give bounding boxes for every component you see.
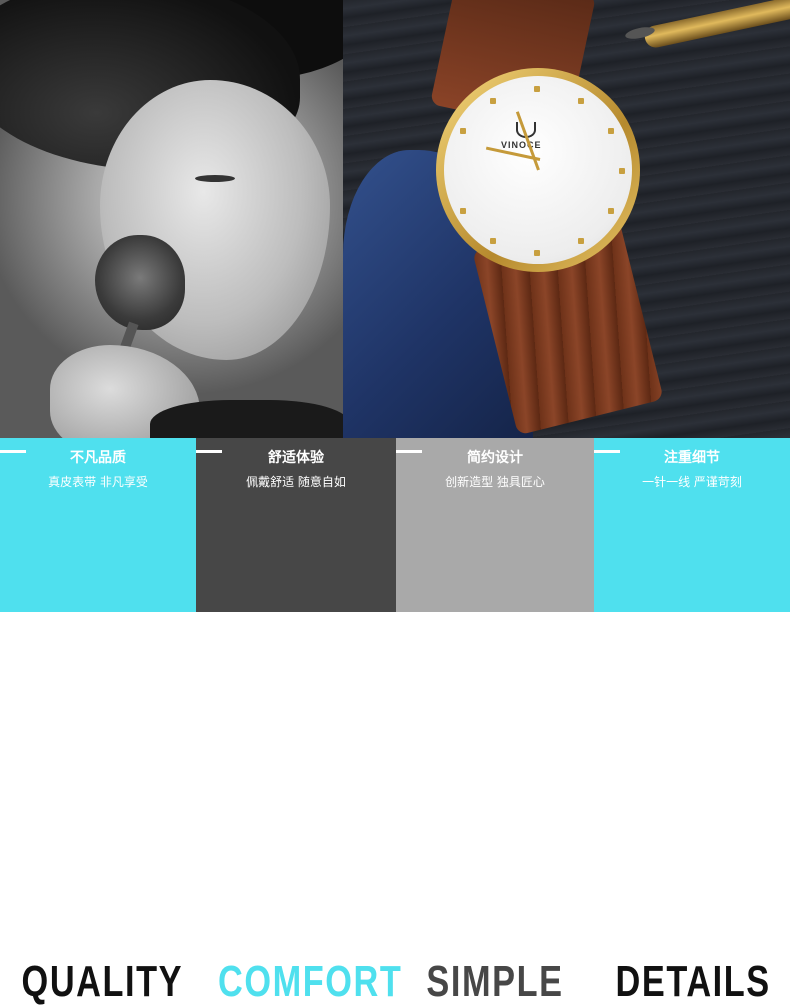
watch-photo: VINOCE [343, 0, 790, 438]
accent-bar [196, 450, 222, 453]
hour-marker [619, 168, 625, 174]
feature-title: QUALITY [21, 957, 184, 1006]
hour-marker [578, 238, 584, 244]
hour-marker [578, 98, 584, 104]
hour-marker [608, 208, 614, 214]
hour-marker [534, 250, 540, 256]
feature-subtitle: 简约设计 [467, 450, 523, 466]
feature-panel-quality: QUALITY 不凡品质 真皮表带 非凡享受 [0, 438, 196, 1004]
feature-subtitle: 不凡品质 [70, 450, 126, 466]
feature-description: 一针一线 严谨苛刻 [642, 475, 742, 489]
feature-description: 真皮表带 非凡享受 [48, 475, 148, 489]
feature-panel-comfort: COMFORT 舒适体验 佩戴舒适 随意自如 [196, 438, 401, 1004]
portrait-photo [0, 0, 343, 438]
feature-subtitle: 注重细节 [664, 450, 720, 466]
hour-marker [534, 86, 540, 92]
hour-marker [460, 208, 466, 214]
eye [195, 175, 235, 182]
feature-panel-simple: SIMPLE 简约设计 创新造型 独具匠心 [396, 438, 594, 1004]
coat [150, 400, 343, 438]
hour-marker [490, 238, 496, 244]
hour-marker [608, 128, 614, 134]
accent-bar [594, 450, 620, 453]
feature-subtitle: 舒适体验 [268, 450, 324, 466]
pen [642, 0, 790, 50]
feature-panel-details: DETAILS 注重细节 一针一线 严谨苛刻 [594, 438, 790, 1004]
accent-bar [396, 450, 422, 453]
feature-title: SIMPLE [426, 957, 564, 1006]
hour-marker [460, 128, 466, 134]
accent-bar [0, 450, 26, 453]
watch-brand: VINOCE [501, 140, 542, 150]
feature-panels: QUALITY 不凡品质 真皮表带 非凡享受 COMFORT 舒适体验 佩戴舒适… [0, 438, 790, 1004]
feature-title: COMFORT [218, 957, 403, 1006]
hour-marker [490, 98, 496, 104]
feature-description: 佩戴舒适 随意自如 [246, 475, 346, 489]
rose [95, 235, 185, 330]
feature-description: 创新造型 独具匠心 [445, 475, 545, 489]
feature-title: DETAILS [615, 957, 771, 1006]
